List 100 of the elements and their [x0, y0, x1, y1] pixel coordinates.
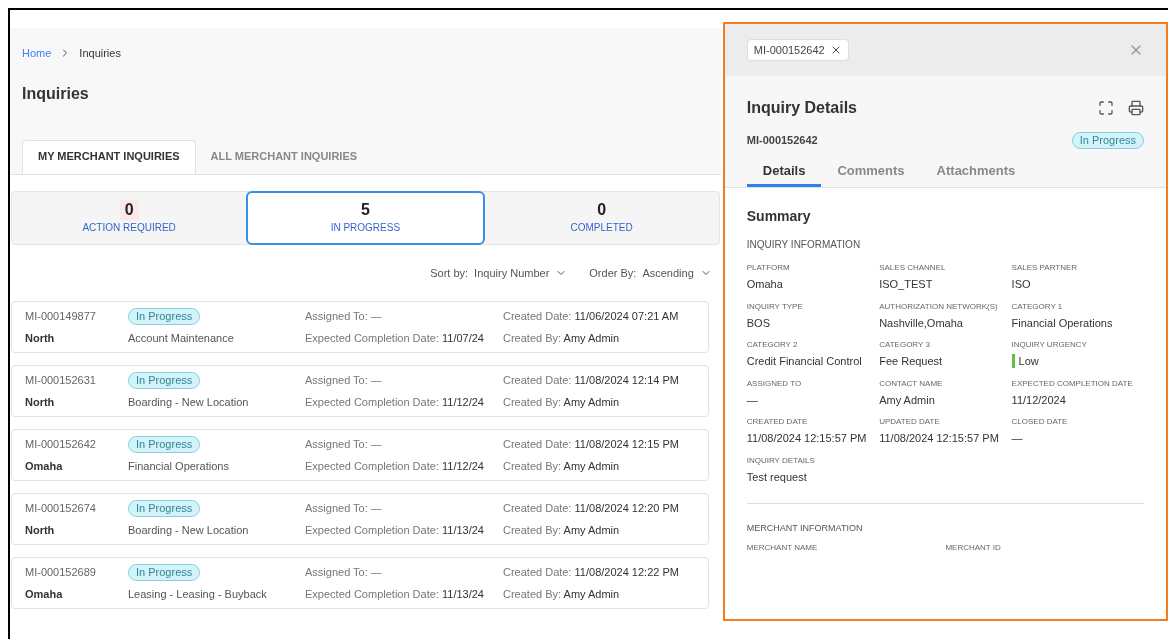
field-label: CATEGORY 3 — [879, 339, 931, 351]
field-value: 11/08/2024 12:15:57 PM — [879, 431, 999, 446]
inquiry-category: Financial Operations — [128, 458, 230, 474]
field-value: Nashville,Omaha — [879, 315, 963, 331]
inquiry-card[interactable]: MI-000149877 In Progress Assigned To: — Created Date: 11/06/2024 07:21 AM North Account Maintenance Expected Completion Date: 11/07/24 Created By: Amy Admin — [11, 301, 709, 353]
status-badge: In Progress — [128, 307, 201, 325]
field-value: Financial Operations — [1011, 315, 1113, 331]
status-badge: In Progress — [128, 563, 201, 581]
status-filter-card[interactable]: 0 ACTION REQUIRED — [12, 191, 247, 244]
field-label: CREATED DATE — [746, 416, 809, 428]
assigned-to: Assigned To: — — [305, 500, 383, 516]
inquiry-id: MI-000152642 — [746, 133, 818, 149]
field-label: PLATFORM — [746, 262, 791, 274]
field-label: INQUIRY URGENCY — [1011, 339, 1088, 351]
field-value: — — [1011, 431, 1023, 446]
field-label: ASSIGNED TO — [746, 377, 803, 390]
status-badge: In Progress — [128, 499, 201, 517]
created-by: Created By: Amy Admin — [503, 458, 621, 474]
field-label: MERCHANT NAME — [746, 541, 819, 554]
field-label: CATEGORY 2 — [746, 339, 799, 351]
sort-dropdown[interactable]: Inquiry Number — [474, 264, 568, 281]
fullscreen-icon[interactable] — [1098, 100, 1114, 116]
field-value: 11/12/2024 — [1011, 392, 1066, 408]
created-date: Created Date: 11/06/2024 07:21 AM — [503, 308, 680, 324]
breadcrumb-current: Inquiries — [79, 46, 121, 61]
panel-title: Inquiry Details — [746, 98, 857, 118]
inquiry-region: North — [25, 394, 56, 410]
field-label: INQUIRY TYPE — [746, 300, 804, 313]
field-label: UPDATED DATE — [879, 416, 941, 428]
field-label: SALES CHANNEL — [879, 262, 947, 274]
created-date: Created Date: 11/08/2024 12:22 PM — [503, 564, 680, 580]
created-date: Created Date: 11/08/2024 12:20 PM — [503, 500, 680, 516]
sort-dropdown[interactable]: Ascending — [642, 264, 712, 281]
field-value: Credit Financial Control — [746, 354, 862, 369]
field-label: AUTHORIZATION NETWORK(S) — [879, 300, 999, 313]
field-label: CLOSED DATE — [1011, 416, 1069, 428]
inquiry-card[interactable]: MI-000152689 In Progress Assigned To: — Created Date: 11/08/2024 12:22 PM Omaha Leasing - Leasing - Buyback Expected Completion Date: 11/13/24 Created By: Amy Admin — [11, 557, 709, 609]
inquiry-tag[interactable]: MI-000152642 — [746, 39, 849, 61]
status-label: ACTION REQUIRED — [82, 221, 176, 235]
created-by: Created By: Amy Admin — [503, 586, 621, 602]
status-count: 0 — [596, 200, 608, 220]
inquiry-region: North — [25, 330, 56, 346]
created-by: Created By: Amy Admin — [503, 394, 621, 410]
status-filter-card[interactable]: 0 COMPLETED — [484, 191, 719, 244]
inquiry-id: MI-000152642 — [25, 436, 97, 452]
assigned-to: Assigned To: — — [305, 436, 383, 452]
expected-completion-date: Expected Completion Date: 11/07/24 — [305, 330, 485, 346]
status-badge: In Progress — [128, 371, 201, 389]
field-value: Amy Admin — [879, 392, 935, 408]
page-title: Inquiries — [21, 83, 90, 104]
tab[interactable]: MY MERCHANT INQUIRIES — [22, 139, 196, 174]
status-filter-card[interactable]: 5 IN PROGRESS — [246, 190, 485, 245]
field-label: CONTACT NAME — [879, 377, 944, 390]
field-value: Omaha — [746, 277, 783, 292]
section-heading: MERCHANT INFORMATION — [746, 522, 864, 535]
expected-completion-date: Expected Completion Date: 11/13/24 — [305, 586, 485, 602]
inquiry-id: MI-000149877 — [25, 308, 97, 324]
field-value: Fee Request — [879, 354, 943, 369]
created-date: Created Date: 11/08/2024 12:15 PM — [503, 436, 680, 452]
inquiry-region: North — [25, 522, 56, 538]
inquiry-id: MI-000152689 — [25, 564, 97, 580]
inquiry-card[interactable]: MI-000152674 In Progress Assigned To: — Created Date: 11/08/2024 12:20 PM North Boarding - New Location Expected Completion Date: 11/13/24 Created By: Amy Admin — [11, 493, 709, 545]
status-count: 0 — [119, 200, 139, 220]
breadcrumb-link[interactable]: Home — [22, 45, 52, 62]
created-by: Created By: Amy Admin — [503, 330, 621, 346]
field-value: BOS — [746, 315, 770, 331]
inquiry-card[interactable]: MI-000152631 In Progress Assigned To: — Created Date: 11/08/2024 12:14 PM North Boarding - New Location Expected Completion Date: 11/12/24 Created By: Amy Admin — [11, 365, 709, 417]
field-value: 11/08/2024 12:15:57 PM — [746, 431, 867, 446]
inquiry-category: Leasing - Leasing - Buyback — [128, 586, 268, 602]
status-count: 5 — [359, 200, 371, 220]
field-value: Low — [1018, 354, 1039, 369]
field-value: ISO_TEST — [879, 277, 933, 292]
expected-completion-date: Expected Completion Date: 11/12/24 — [305, 458, 485, 474]
assigned-to: Assigned To: — — [305, 372, 383, 388]
status-label: IN PROGRESS — [330, 221, 401, 235]
inquiry-id: MI-000152674 — [25, 500, 97, 516]
inquiry-region: Omaha — [25, 458, 64, 474]
print-icon[interactable] — [1128, 100, 1144, 116]
expected-completion-date: Expected Completion Date: 11/12/24 — [305, 394, 485, 410]
field-label: CATEGORY 1 — [1011, 300, 1064, 313]
sort-label: Order By: — [589, 265, 637, 281]
assigned-to: Assigned To: — — [305, 564, 383, 580]
created-date: Created Date: 11/08/2024 12:14 PM — [503, 372, 680, 388]
inquiry-category: Boarding - New Location — [128, 522, 250, 538]
field-value: — — [746, 392, 758, 408]
field-label: EXPECTED COMPLETION DATE — [1011, 377, 1134, 390]
status-label: COMPLETED — [570, 221, 633, 235]
inquiry-card[interactable]: MI-000152642 In Progress Assigned To: — Created Date: 11/08/2024 12:15 PM Omaha Financial Operations Expected Completion Date: 11/12/24 Created By: Amy Admin — [11, 429, 709, 481]
field-label: INQUIRY DETAILS — [746, 454, 816, 467]
sort-label: Sort by: — [430, 265, 469, 281]
inquiry-region: Omaha — [25, 586, 64, 602]
field-value: Test request — [746, 469, 807, 485]
field-label: MERCHANT ID — [945, 541, 1002, 554]
assigned-to: Assigned To: — — [305, 308, 383, 324]
section-title: Summary — [746, 207, 812, 226]
inquiry-category: Boarding - New Location — [128, 394, 250, 410]
expected-completion-date: Expected Completion Date: 11/13/24 — [305, 522, 485, 538]
inquiry-category: Account Maintenance — [128, 330, 235, 346]
section-heading: INQUIRY INFORMATION — [746, 238, 862, 252]
inquiry-id: MI-000152631 — [25, 372, 97, 388]
